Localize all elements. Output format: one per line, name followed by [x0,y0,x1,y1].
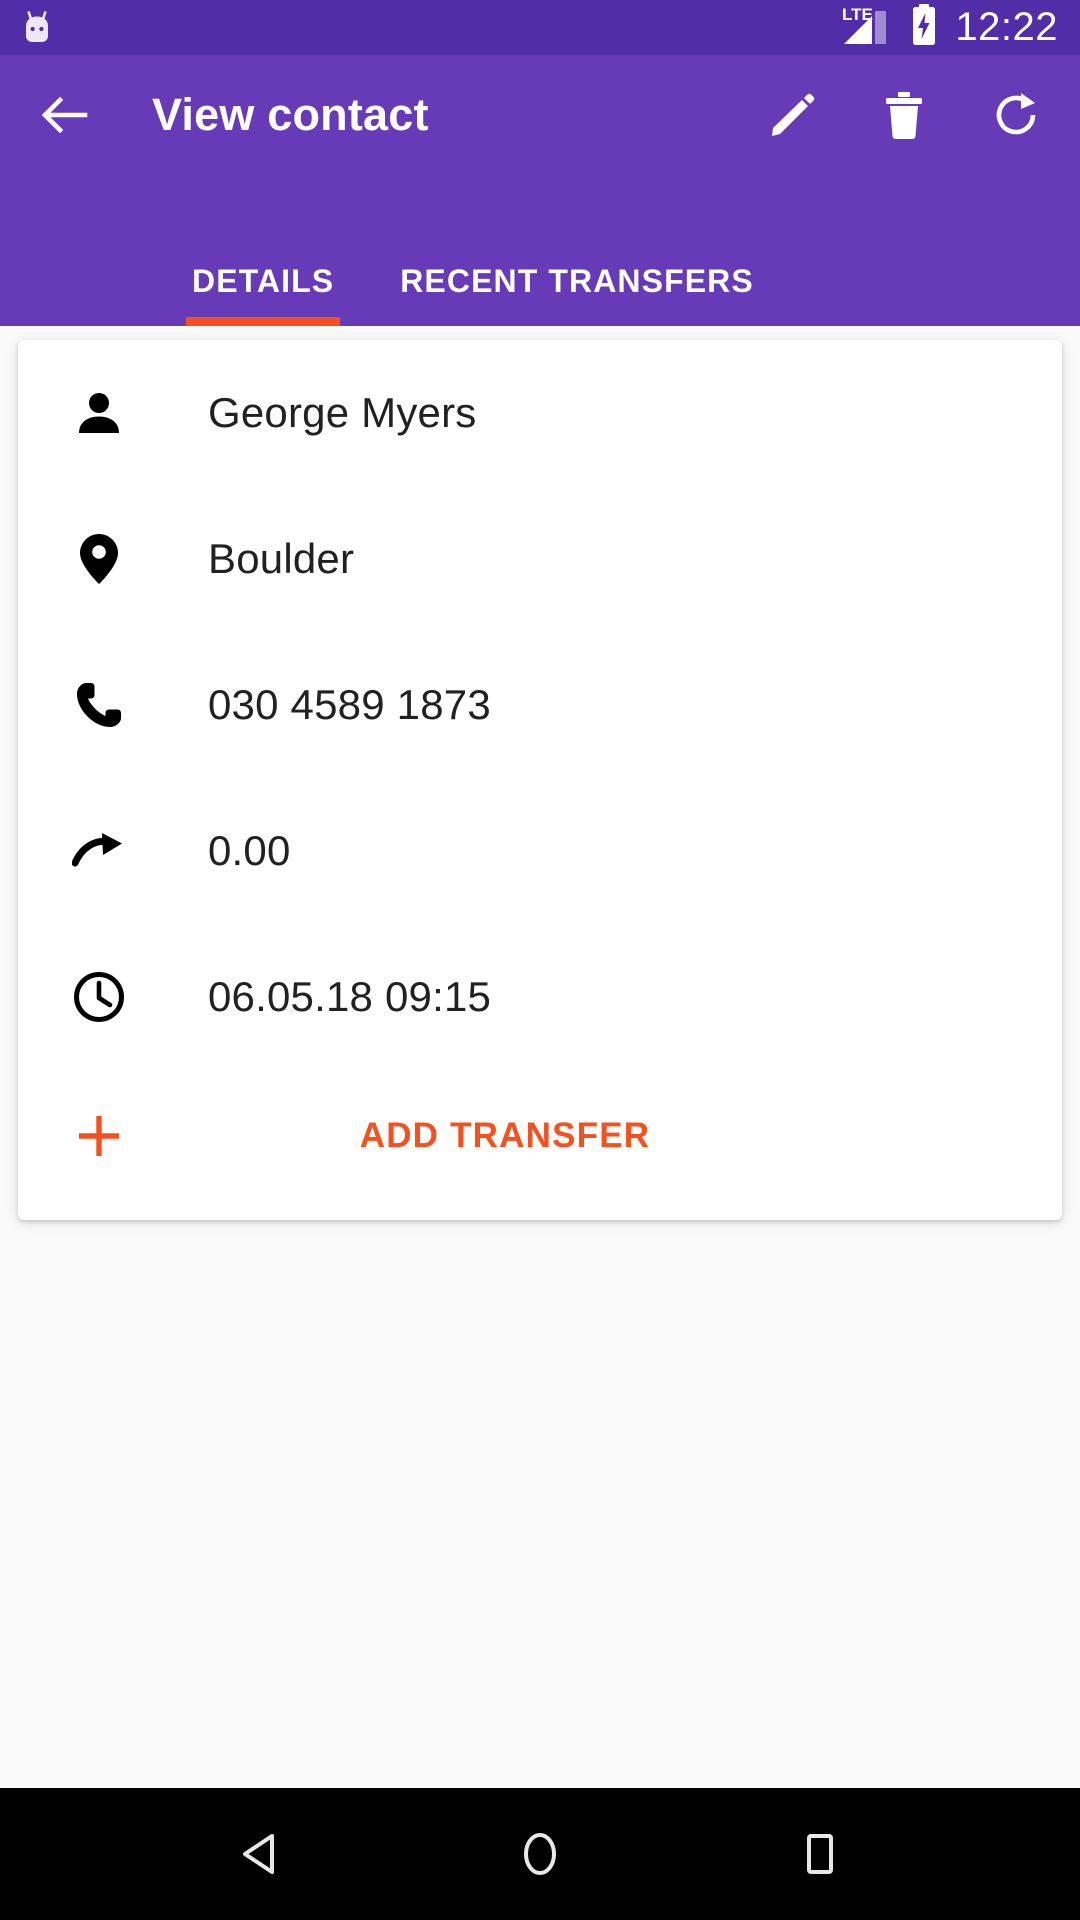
arrow-back-icon[interactable] [34,85,94,145]
contact-phone: 030 4589 1873 [208,681,491,728]
content-area: George Myers Boulder 030 4589 1873 0.00 … [0,326,1080,1788]
detail-row-location[interactable]: Boulder [18,486,1062,632]
tab-details-label: DETAILS [192,263,335,299]
contact-name: George Myers [208,389,477,436]
phone-screen: LTE 12:22 View contact DETAILS RECENT TR… [0,0,1080,1920]
square-recents-icon[interactable] [774,1808,866,1900]
trash-icon[interactable] [876,87,932,143]
pencil-icon[interactable] [764,87,820,143]
contact-details-card: George Myers Boulder 030 4589 1873 0.00 … [18,340,1062,1220]
refresh-icon[interactable] [988,87,1044,143]
tab-details[interactable]: DETAILS [186,175,341,326]
tab-recent-transfers[interactable]: RECENT TRANSFERS [394,175,760,326]
status-bar-indicators: LTE 12:22 [841,3,1058,52]
plus-icon [70,1113,128,1159]
detail-row-amount[interactable]: 0.00 [18,778,1062,924]
transfer-arrow-icon [70,831,128,871]
tab-bar: DETAILS RECENT TRANSFERS [0,175,1080,326]
signal-bars-icon: LTE [841,3,893,52]
tab-recent-transfers-label: RECENT TRANSFERS [400,263,754,299]
circle-home-icon[interactable] [494,1808,586,1900]
add-transfer-label: ADD TRANSFER [359,1116,651,1155]
triangle-back-icon[interactable] [214,1808,306,1900]
detail-row-datetime[interactable]: 06.05.18 09:15 [18,924,1062,1070]
detail-row-name[interactable]: George Myers [18,340,1062,486]
detail-row-phone[interactable]: 030 4589 1873 [18,632,1062,778]
contact-amount: 0.00 [208,827,291,874]
contact-location: Boulder [208,535,355,582]
status-bar-clock: 12:22 [955,4,1058,49]
person-icon [70,388,128,438]
page-title: View contact [152,89,429,140]
android-navigation-bar [0,1788,1080,1920]
app-bar-top-row: View contact [0,55,1080,175]
app-bar-actions [764,87,1058,143]
add-transfer-button[interactable]: ADD TRANSFER [18,1070,1062,1220]
status-bar: LTE 12:22 [0,0,1080,55]
status-bar-notifications [18,9,56,47]
android-mascot-icon [18,9,56,47]
location-pin-icon [70,533,128,585]
phone-icon [70,680,128,730]
battery-charging-icon [909,3,939,52]
tab-indicator [186,317,341,326]
clock-icon [70,971,128,1023]
contact-datetime: 06.05.18 09:15 [208,973,492,1020]
app-bar: View contact DETAILS RECENT TRANSFERS [0,55,1080,326]
